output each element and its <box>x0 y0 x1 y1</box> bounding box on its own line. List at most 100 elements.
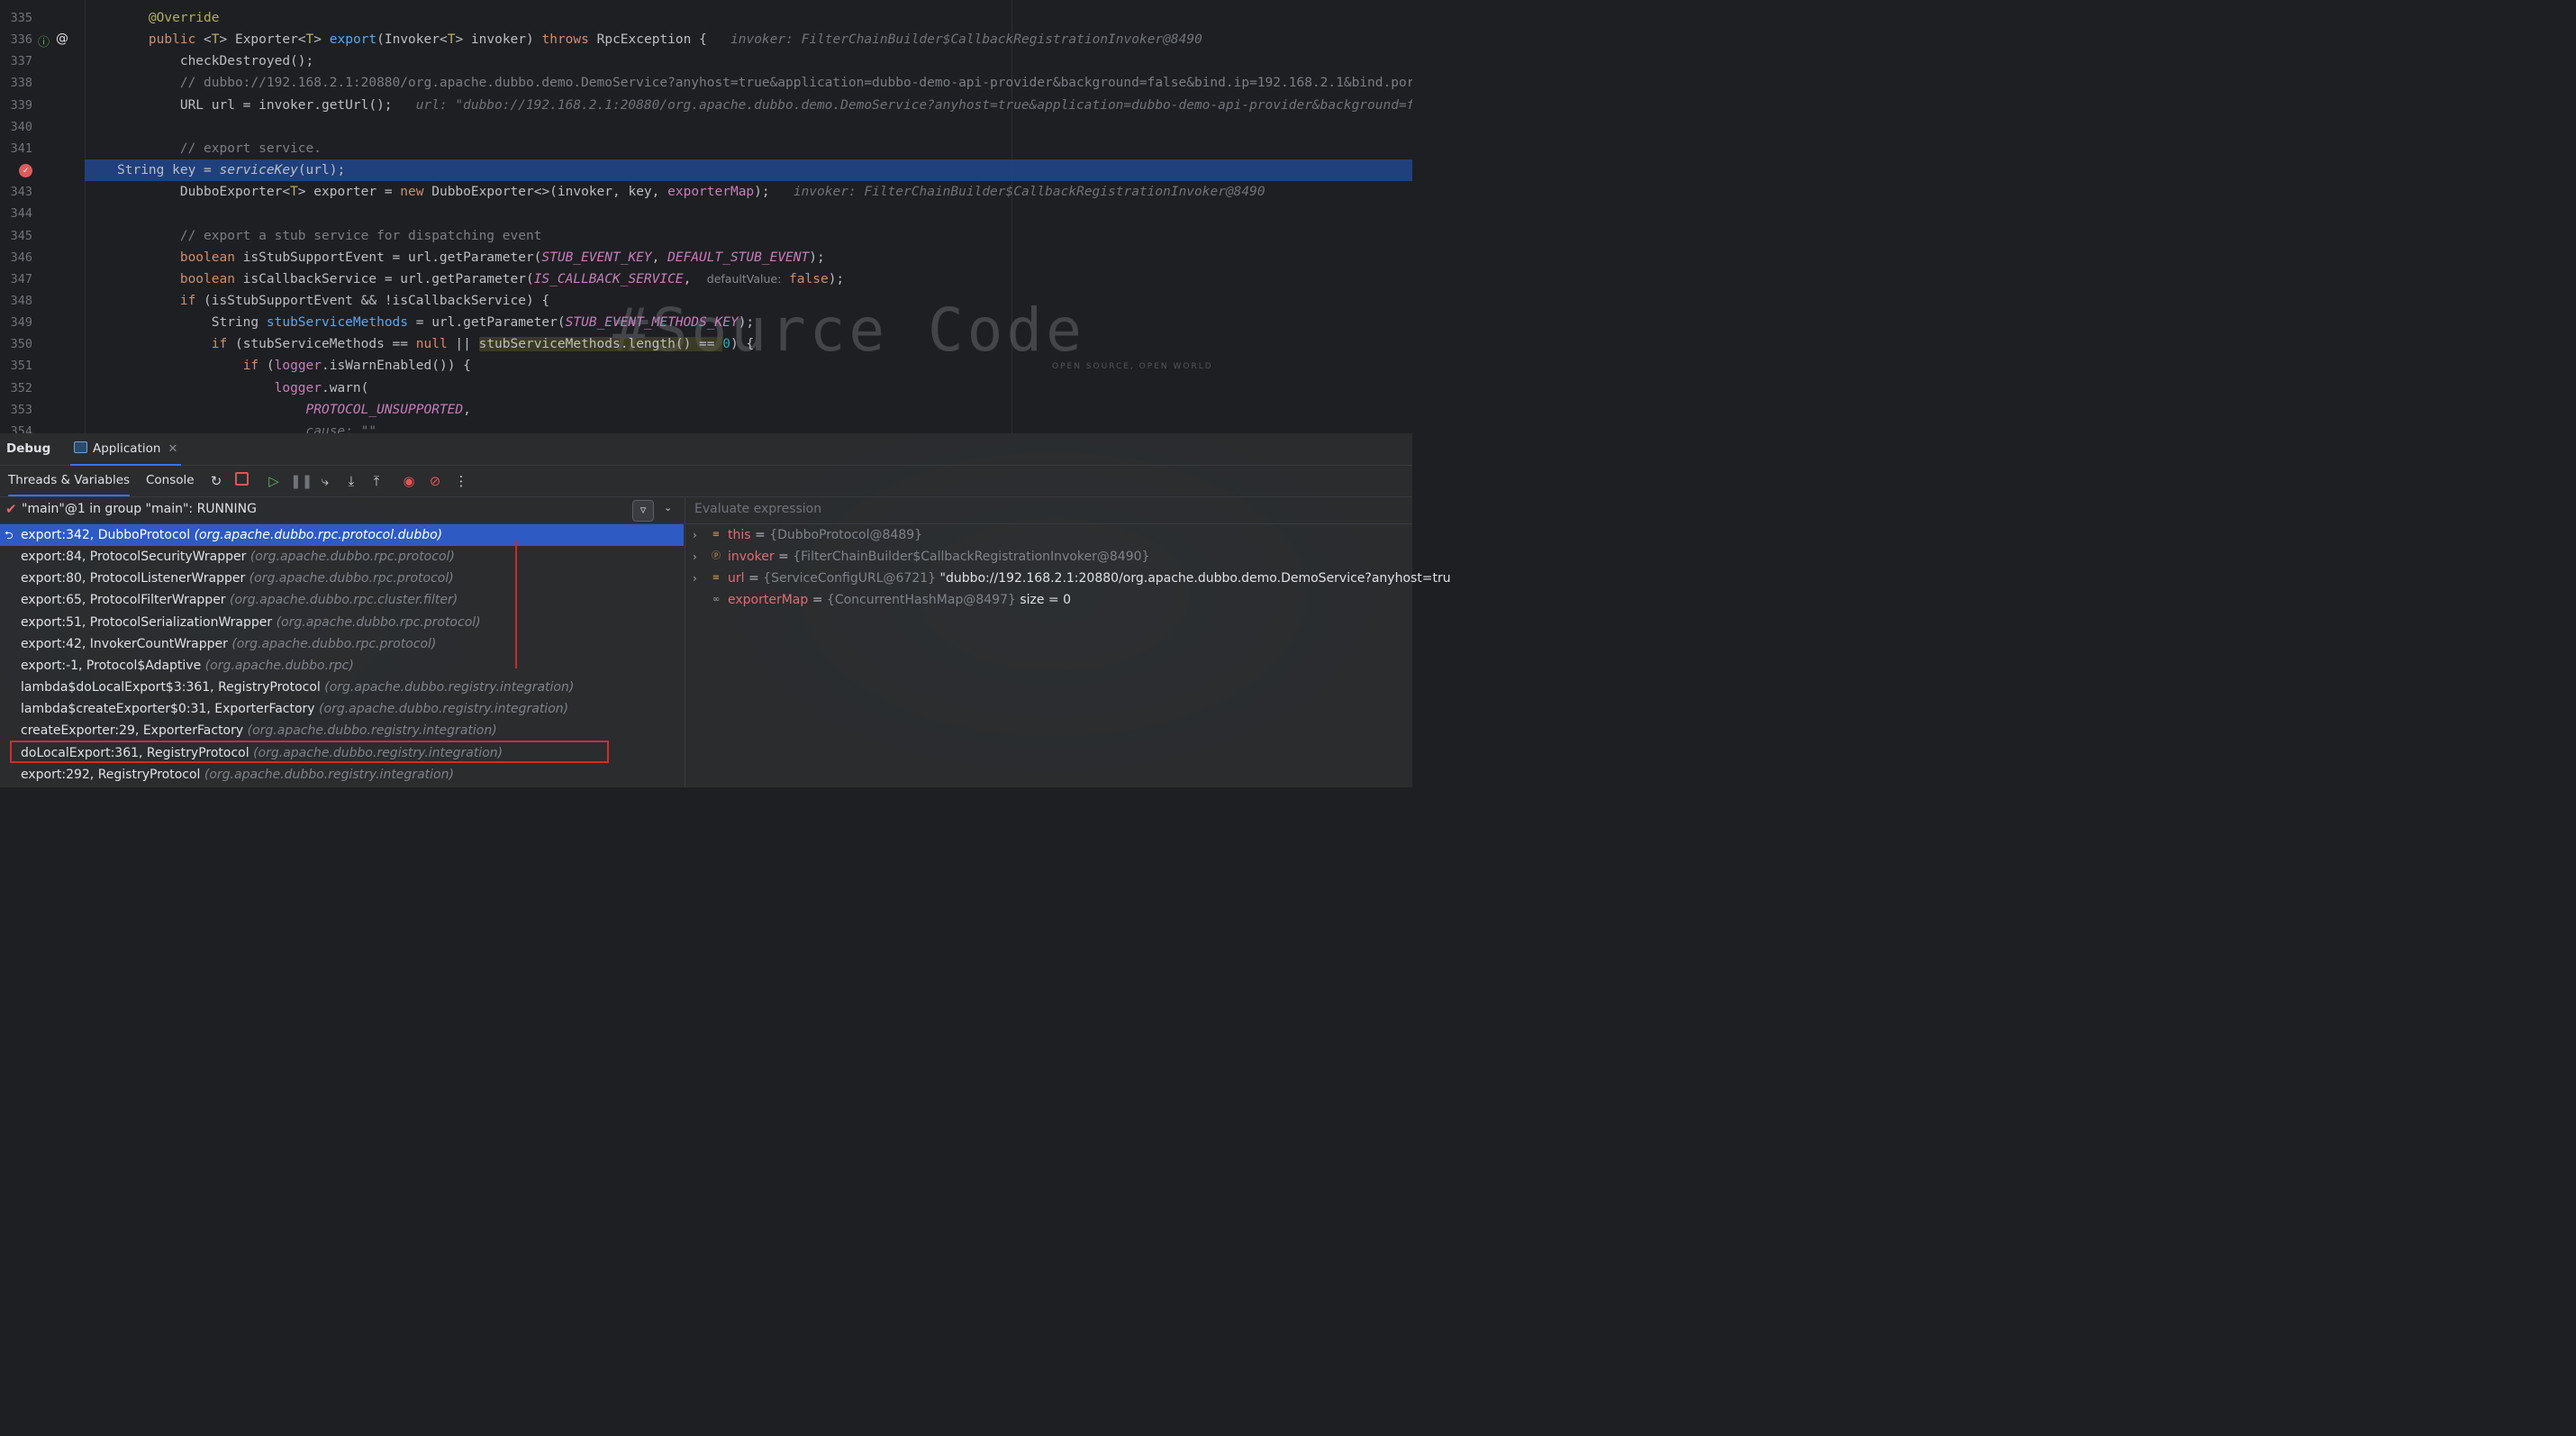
mute-breakpoints-icon[interactable]: ⊘ <box>425 471 445 491</box>
line-number[interactable]: 344 <box>0 203 32 224</box>
line-number[interactable]: 349 <box>0 312 32 333</box>
stack-frame[interactable]: createExporter:29, ExporterFactory (org.… <box>0 720 684 741</box>
code-line[interactable]: 352 logger.warn( <box>0 377 1412 399</box>
annotation-icon[interactable]: @ <box>56 32 68 46</box>
line-number[interactable]: 338 <box>0 72 32 94</box>
frame-package: (org.apache.dubbo.registry.integration) <box>324 680 575 695</box>
line-number[interactable]: 351 <box>0 355 32 377</box>
code-token: STUB_EVENT_KEY <box>541 250 652 265</box>
stack-frame[interactable]: export:80, ProtocolListenerWrapper (org.… <box>0 568 684 589</box>
code-line[interactable]: 345 // export a stub service for dispatc… <box>0 225 1412 247</box>
stack-frame[interactable]: lambda$createExporter$0:31, ExporterFact… <box>0 698 684 720</box>
code-line[interactable]: 350 if (stubServiceMethods == null || st… <box>0 333 1412 355</box>
code-token: < <box>195 32 212 48</box>
stack-frame[interactable]: export:-1, Protocol$Adaptive (org.apache… <box>0 655 684 677</box>
code-token: DEFAULT_STUB_EVENT <box>667 250 810 265</box>
frame-method: createExporter:29, ExporterFactory <box>21 723 248 739</box>
code-token: (url); <box>297 163 346 178</box>
filter-icon[interactable]: ▿ <box>632 500 654 522</box>
view-breakpoints-icon[interactable]: ◉ <box>399 471 419 491</box>
step-over-icon[interactable]: ⤷ <box>315 471 335 491</box>
equals-sign: = <box>750 528 770 542</box>
code-line[interactable]: 343 DubboExporter<T> exporter = new Dubb… <box>0 181 1412 203</box>
code-line[interactable]: 346 boolean isStubSupportEvent = url.get… <box>0 247 1412 268</box>
stack-frame[interactable]: export:84, ProtocolSecurityWrapper (org.… <box>0 546 684 568</box>
code-line[interactable]: 336 public <T> Exporter<T> export(Invoke… <box>0 29 1412 50</box>
line-number[interactable]: 339 <box>0 95 32 116</box>
code-token: , <box>463 402 471 417</box>
more-options-icon[interactable]: ⋮ <box>451 471 471 491</box>
step-out-icon[interactable]: ⤒ <box>367 471 386 491</box>
stack-frame[interactable]: ⮌ export:342, DubboProtocol (org.apache.d… <box>0 524 684 546</box>
implements-icon[interactable]: ⓘ <box>38 32 50 50</box>
code-text: DubboExporter<T> exporter = new DubboExp… <box>117 181 1265 203</box>
stack-frame[interactable]: export:65, ProtocolFilterWrapper (org.ap… <box>0 589 684 611</box>
line-number[interactable]: 345 <box>0 225 32 247</box>
line-number[interactable]: 347 <box>0 268 32 290</box>
stack-frame[interactable]: lambda$doLocalExport$3:361, RegistryProt… <box>0 677 684 698</box>
rerun-icon[interactable]: ↻ <box>206 471 226 491</box>
resume-icon[interactable]: ▷ <box>264 471 284 491</box>
frame-label: export:292, RegistryProtocol (org.apache… <box>21 764 454 786</box>
line-number[interactable]: 343 <box>0 181 32 203</box>
frame-package: (org.apache.dubbo.registry.integration) <box>319 702 569 717</box>
tab-application[interactable]: Application ✕ <box>70 433 182 466</box>
code-token: (stubServiceMethods == <box>227 337 416 352</box>
stack-frame[interactable]: export:42, InvokerCountWrapper (org.apac… <box>0 633 684 655</box>
equals-sign: = <box>744 571 764 586</box>
code-editor[interactable]: #Source Code OPEN SOURCE, OPEN WORLD 335… <box>0 0 1412 433</box>
chevron-right-icon[interactable]: › <box>693 546 697 568</box>
code-line[interactable]: 354 cause: "" <box>0 421 1412 433</box>
line-number[interactable]: 348 <box>0 290 32 312</box>
code-line[interactable]: 337 checkDestroyed(); <box>0 50 1412 72</box>
line-number[interactable]: 341 <box>0 138 32 159</box>
variable-row[interactable]: › ⓟ invoker = {FilterChainBuilder$Callback… <box>685 546 1412 568</box>
code-line[interactable]: 349 String stubServiceMethods = url.getP… <box>0 312 1412 333</box>
code-token: serviceKey <box>219 163 298 178</box>
variable-row[interactable]: ∞ exporterMap = {ConcurrentHashMap@8497} … <box>685 589 1412 611</box>
line-number[interactable]: 350 <box>0 333 32 355</box>
line-number[interactable]: 354 <box>0 421 32 433</box>
code-line[interactable]: 348 if (isStubSupportEvent && !isCallbac… <box>0 290 1412 312</box>
stack-frame[interactable]: export:292, RegistryProtocol (org.apache… <box>0 764 684 786</box>
chevron-right-icon[interactable]: › <box>693 524 697 546</box>
close-icon[interactable]: ✕ <box>168 442 177 456</box>
line-number[interactable]: 340 <box>0 116 32 138</box>
stop-icon[interactable] <box>231 471 251 491</box>
chevron-right-icon[interactable]: › <box>693 568 697 589</box>
line-number[interactable]: 337 <box>0 50 32 72</box>
code-line[interactable]: 340 <box>0 116 1412 138</box>
line-number[interactable]: 352 <box>0 377 32 399</box>
code-line[interactable]: 351 if (logger.isWarnEnabled()) { <box>0 355 1412 377</box>
stack-frame[interactable]: export:51, ProtocolSerializationWrapper … <box>0 612 684 633</box>
code-line[interactable]: 344 <box>0 203 1412 224</box>
evaluate-expression-field[interactable]: Evaluate expression <box>685 497 1412 524</box>
code-line[interactable]: 338 // dubbo://192.168.2.1:20880/org.apa… <box>0 72 1412 94</box>
code-line[interactable]: 341 // export service. <box>0 138 1412 159</box>
frame-label: lambda$doLocalExport$3:361, RegistryProt… <box>21 677 574 698</box>
tab-console[interactable]: Console <box>146 466 195 495</box>
line-number[interactable]: 353 <box>0 399 32 421</box>
tab-threads-variables[interactable]: Threads & Variables <box>8 466 131 496</box>
code-line[interactable]: 339 URL url = invoker.getUrl(); url: "du… <box>0 95 1412 116</box>
code-token: logger <box>274 359 322 374</box>
code-line-current[interactable]: ✓ String key = serviceKey(url); <box>19 159 1412 182</box>
breakpoint-icon[interactable]: ✓ <box>19 164 32 178</box>
code-line[interactable]: 335 @Override <box>0 7 1412 29</box>
thread-selector[interactable]: ✔ "main"@1 in group "main": RUNNING ▿ ⌄ <box>0 497 684 524</box>
line-number[interactable]: 346 <box>0 247 32 268</box>
line-number[interactable]: 336 <box>0 29 32 50</box>
chevron-down-icon[interactable]: ⌄ <box>664 502 672 514</box>
line-number[interactable]: 335 <box>0 7 32 29</box>
pause-icon[interactable]: ❚❚ <box>290 471 313 491</box>
variable-row[interactable]: › ≡ url = {ServiceConfigURL@6721} "dubbo:/… <box>685 568 1451 589</box>
code-line[interactable]: 347 boolean isCallbackService = url.getP… <box>0 268 1412 290</box>
code-text: // export service. <box>117 138 322 159</box>
step-into-icon[interactable]: ⤓ <box>341 471 361 491</box>
code-token: T <box>290 185 298 200</box>
variable-row[interactable]: › ≡ this = {DubboProtocol@8489} <box>685 524 1412 546</box>
code-line[interactable]: 353 PROTOCOL_UNSUPPORTED, <box>0 399 1412 421</box>
code-token: , <box>683 271 707 286</box>
